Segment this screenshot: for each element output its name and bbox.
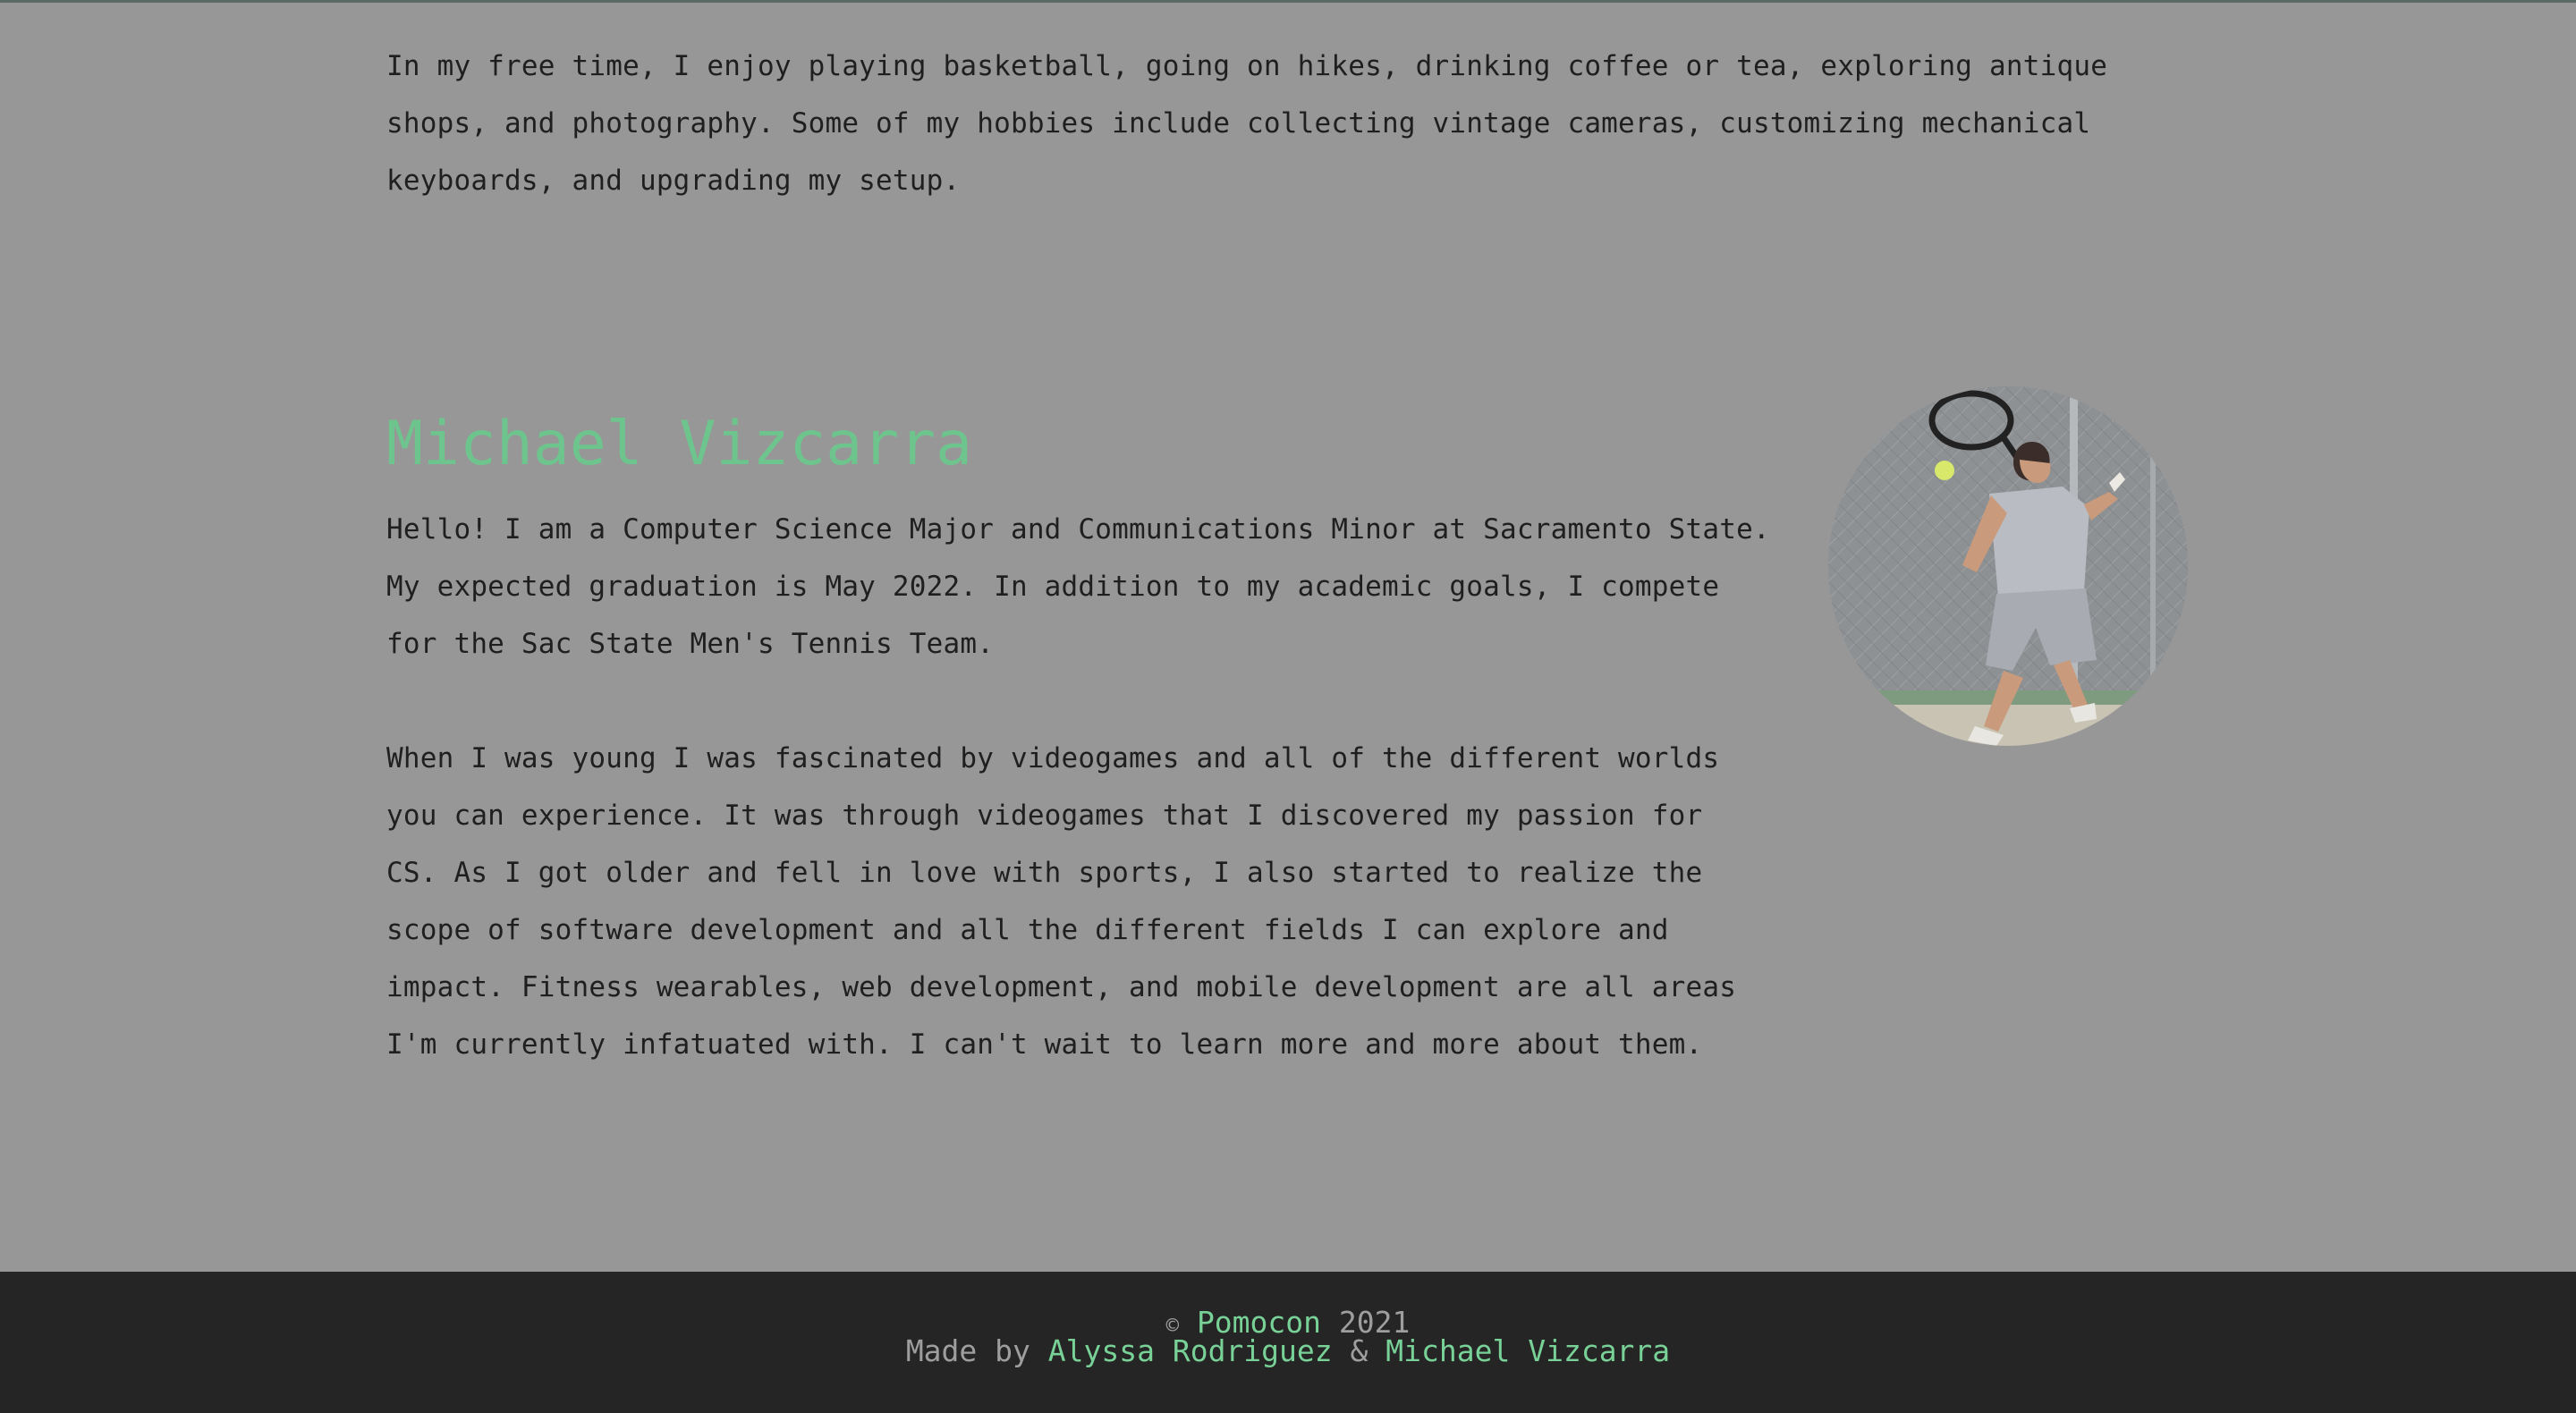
bio-paragraph-1: Hello! I am a Computer Science Major and… [386, 513, 1770, 660]
tennis-player-photo [1828, 386, 2188, 746]
credits-separator: & [1350, 1333, 1368, 1368]
made-by-label: Made by [905, 1333, 1030, 1368]
footer: © Pomocon 2021 Made by Alyssa Rodriguez … [0, 1272, 2576, 1413]
footer-credits: Made by Alyssa Rodriguez & Michael Vizca… [0, 1336, 2576, 1366]
profile-name-heading: Michael Vizcarra [386, 409, 973, 479]
profile-photo [1828, 386, 2188, 746]
top-border [0, 0, 2576, 3]
author-link-alyssa[interactable]: Alyssa Rodriguez [1048, 1333, 1333, 1368]
photo-float-spacer [1746, 730, 2157, 989]
author-link-michael[interactable]: Michael Vizcarra [1385, 1333, 1670, 1368]
hobbies-paragraph: In my free time, I enjoy playing basketb… [386, 50, 2108, 197]
